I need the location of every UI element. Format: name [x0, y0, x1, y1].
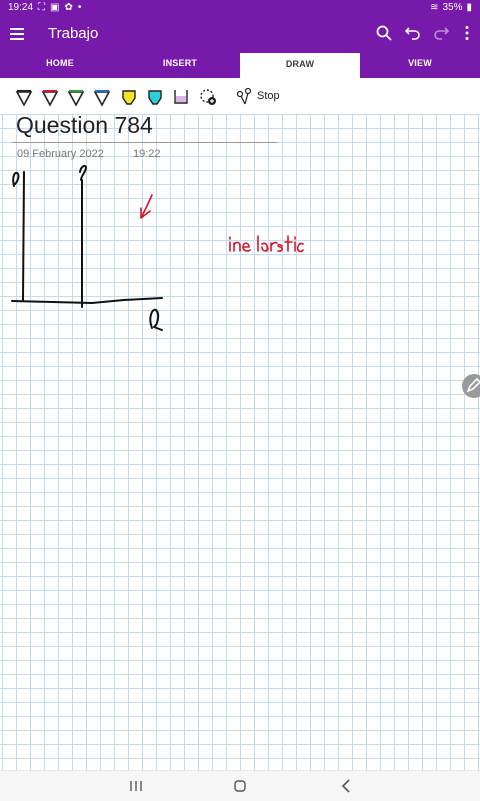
- undo-icon[interactable]: [404, 24, 422, 42]
- add-pen-icon[interactable]: [199, 86, 217, 108]
- note-canvas[interactable]: [0, 114, 480, 770]
- home-nav-icon[interactable]: [230, 777, 250, 795]
- recent-apps-icon[interactable]: [126, 777, 146, 795]
- status-bar: 19:24 ⛶ ▣ ✿ • ≋ 35% ▮: [0, 0, 480, 16]
- more-options-icon[interactable]: [458, 24, 476, 42]
- page-date: 09 February 2022: [17, 148, 104, 160]
- battery-icon: ▮: [466, 2, 472, 13]
- settings-icon: ✿: [64, 2, 73, 13]
- search-icon[interactable]: [375, 24, 393, 42]
- tab-home[interactable]: HOME: [0, 52, 120, 78]
- title-divider: [12, 142, 277, 143]
- screenshot-icon: ⛶: [38, 2, 46, 13]
- tab-insert[interactable]: INSERT: [120, 52, 240, 78]
- back-icon[interactable]: [337, 777, 357, 795]
- stop-button[interactable]: Stop: [257, 90, 280, 102]
- wifi-icon: ≋: [430, 2, 439, 13]
- dot-icon: •: [77, 2, 82, 13]
- app-bar: Trabajo: [0, 16, 480, 52]
- pen-fab-button[interactable]: [462, 374, 480, 398]
- menu-icon[interactable]: [10, 26, 24, 42]
- notebook-title: Trabajo: [48, 25, 99, 42]
- black-pen-icon[interactable]: [15, 86, 33, 108]
- magenta-pen-icon[interactable]: [41, 86, 59, 108]
- draw-toolbar: Stop: [0, 78, 480, 115]
- green-pen-icon[interactable]: [67, 86, 85, 108]
- ribbon-tabs: HOME INSERT DRAW VIEW: [0, 52, 480, 78]
- system-nav-bar: [0, 770, 480, 801]
- photo-icon: ▣: [50, 2, 60, 13]
- ink-to-shape-icon[interactable]: [236, 86, 254, 108]
- redo-icon[interactable]: [432, 24, 450, 42]
- cyan-highlighter-icon[interactable]: [146, 86, 164, 108]
- tab-draw[interactable]: DRAW: [240, 53, 360, 78]
- battery-text: 35%: [442, 2, 463, 13]
- yellow-highlighter-icon[interactable]: [120, 86, 138, 108]
- status-time: 19:24: [8, 2, 34, 13]
- purple-highlighter-icon[interactable]: [172, 86, 190, 108]
- page-title[interactable]: Question 784: [16, 112, 153, 139]
- blue-pen-icon[interactable]: [93, 86, 111, 108]
- tab-view[interactable]: VIEW: [360, 52, 480, 78]
- page-time: 19:22: [133, 148, 161, 160]
- pencil-icon: [466, 377, 480, 393]
